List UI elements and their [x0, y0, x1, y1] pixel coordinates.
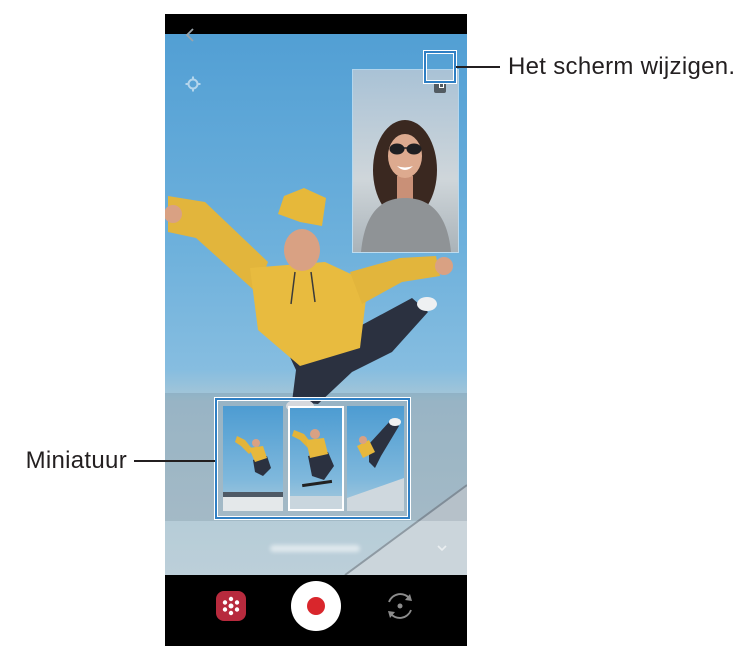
effects-button[interactable] — [216, 591, 246, 621]
thumbnail-leader-line — [134, 460, 215, 462]
person-neck — [397, 176, 413, 200]
gear-icon[interactable] — [185, 76, 201, 92]
subject-face — [284, 229, 320, 271]
subject-cap — [278, 188, 326, 226]
thumbnail-highlight — [215, 398, 410, 519]
switch-screen-callout: Het scherm wijzigen. — [508, 53, 736, 80]
picture-in-picture[interactable] — [353, 70, 458, 252]
subject-torso — [250, 262, 368, 366]
chevron-left-icon[interactable] — [184, 28, 196, 42]
person-face — [388, 134, 422, 178]
switch-screen-glyph — [439, 83, 444, 88]
blurred-caption — [270, 545, 360, 552]
record-button[interactable] — [291, 581, 341, 631]
phone-screen — [165, 14, 467, 646]
subject-shoe-right — [417, 297, 437, 311]
subject-right-hand — [435, 257, 453, 275]
effects-icon — [222, 596, 240, 616]
subject-right-arm — [350, 256, 440, 304]
record-icon — [307, 597, 325, 615]
status-bar — [165, 14, 467, 34]
switch-screen-highlight — [424, 51, 456, 83]
control-bar — [165, 575, 467, 646]
sunglasses-left — [389, 143, 405, 155]
thumbnail-callout: Miniatuur — [25, 447, 127, 474]
switch-camera-icon[interactable] — [383, 589, 417, 623]
sunglasses-right — [406, 143, 422, 155]
collapse-icon[interactable] — [437, 542, 447, 554]
front-camera-view — [353, 70, 458, 252]
switch-screen-leader-line — [456, 66, 500, 68]
